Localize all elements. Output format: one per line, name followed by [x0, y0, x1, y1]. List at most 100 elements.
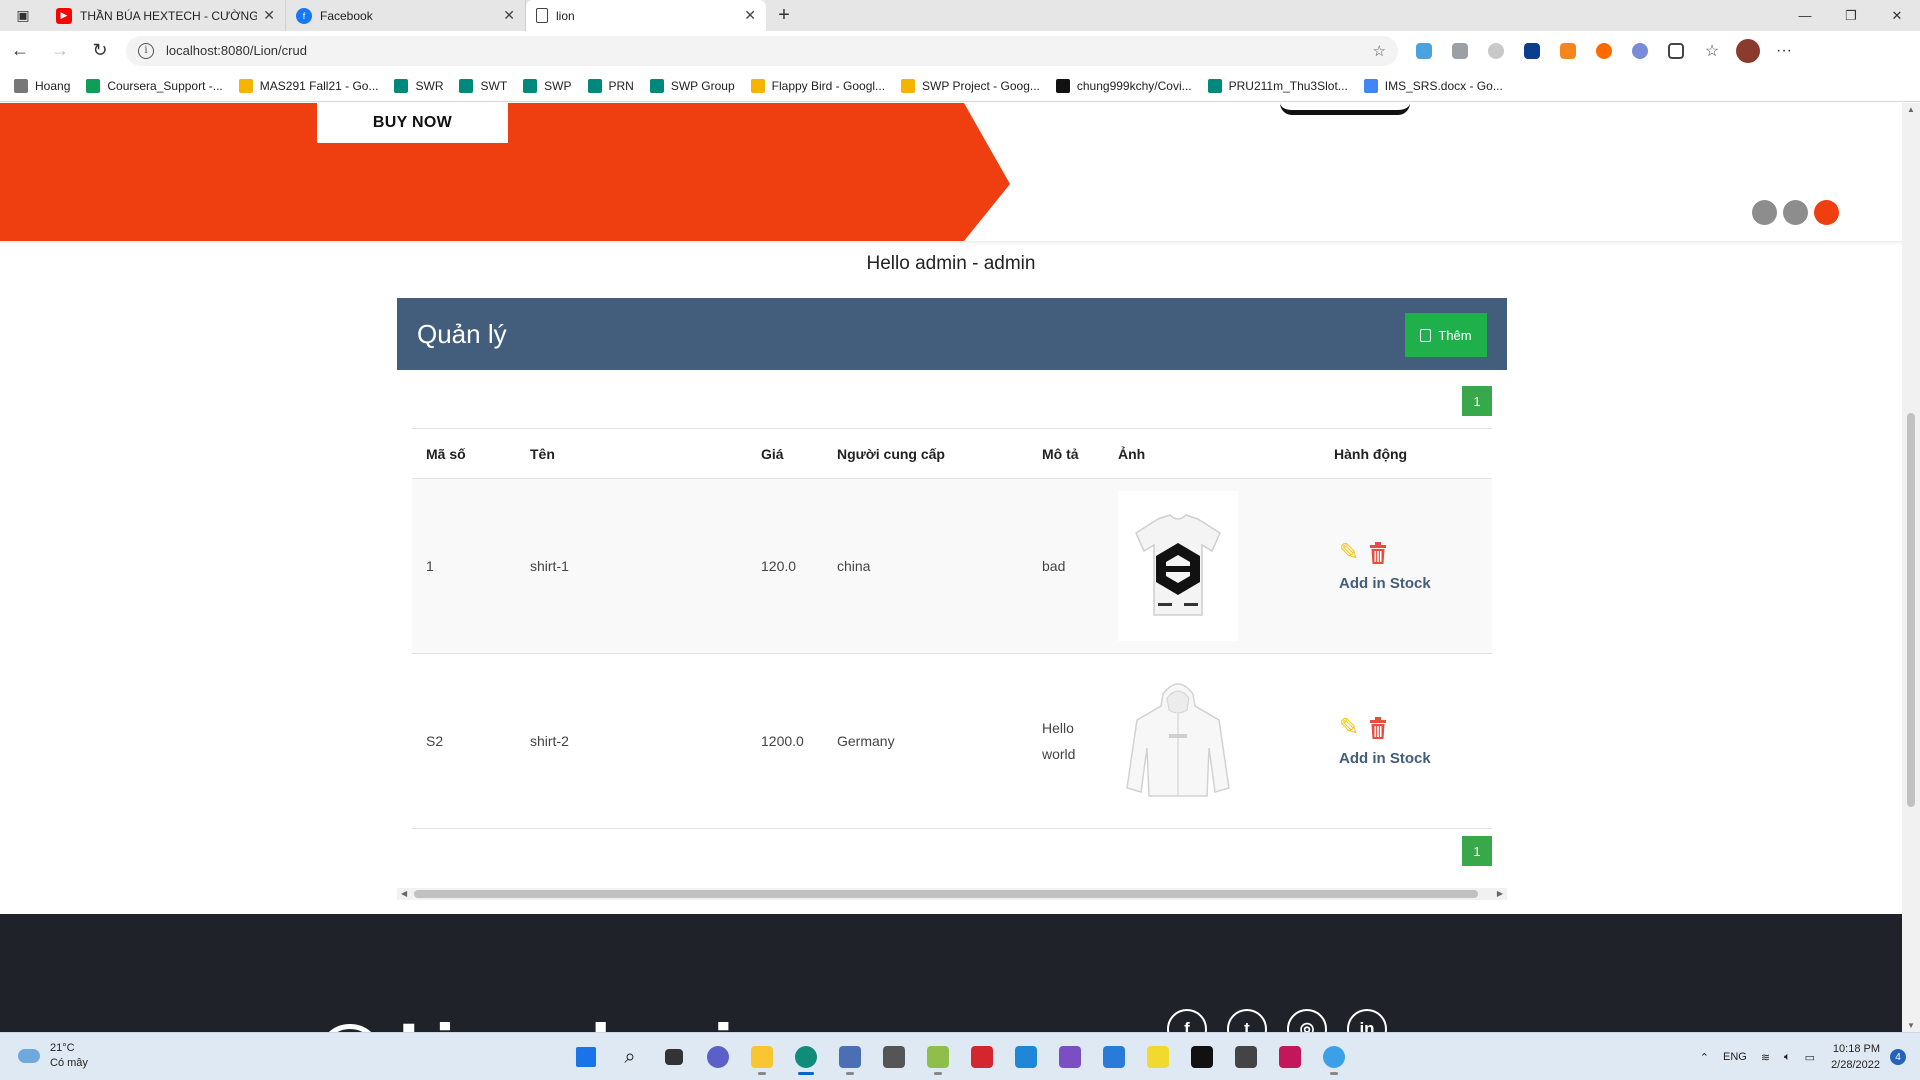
- app-icon[interactable]: [876, 1039, 912, 1075]
- scroll-left-icon[interactable]: ◀: [401, 889, 407, 898]
- delete-trash-icon[interactable]: [1369, 541, 1387, 564]
- app-icon[interactable]: [1316, 1039, 1352, 1075]
- page-number-button[interactable]: 1: [1462, 386, 1492, 416]
- refresh-icon[interactable]: ↻: [80, 33, 120, 69]
- app-icon[interactable]: [832, 1039, 868, 1075]
- minimize-icon[interactable]: —: [1782, 0, 1828, 31]
- footer-logo-text: Lion shoping: [398, 1012, 816, 1032]
- extension-icon[interactable]: [1478, 36, 1514, 66]
- pycharm-icon[interactable]: [1184, 1039, 1220, 1075]
- column-header: Hành động: [1334, 445, 1408, 462]
- info-icon[interactable]: i: [138, 42, 154, 59]
- app-icon[interactable]: [920, 1039, 956, 1075]
- carousel-dot-active[interactable]: [1814, 200, 1839, 225]
- bookmark-item[interactable]: chung999kchy/Covi...: [1055, 78, 1192, 93]
- add-in-stock-link[interactable]: Add in Stock: [1334, 750, 1431, 767]
- todo-icon[interactable]: [1096, 1039, 1132, 1075]
- linkedin-icon[interactable]: in: [1347, 1009, 1387, 1032]
- weather-text: Có mây: [50, 1057, 88, 1069]
- forward-icon[interactable]: →: [40, 33, 80, 69]
- bookmark-icon: [901, 78, 916, 93]
- bookmark-icon: [649, 78, 664, 93]
- carousel-dot[interactable]: [1783, 200, 1808, 225]
- back-icon[interactable]: ←: [0, 33, 40, 69]
- bookmark-item[interactable]: Hoang: [14, 78, 70, 93]
- favorites-icon[interactable]: ☆: [1694, 36, 1730, 66]
- battery-icon[interactable]: ▭: [1805, 1051, 1815, 1064]
- footer-logo[interactable]: Lion shoping: [318, 1012, 816, 1032]
- weather-widget[interactable]: 21°C Có mây: [18, 1041, 88, 1071]
- bookmark-item[interactable]: SWP Project - Goog...: [901, 78, 1040, 93]
- extensions-puzzle-icon[interactable]: [1658, 36, 1694, 66]
- new-tab-button[interactable]: +: [766, 0, 802, 31]
- buy-now-button[interactable]: BUY NOW: [317, 103, 508, 143]
- bookmark-item[interactable]: SWP: [523, 78, 572, 93]
- app-icon[interactable]: [1228, 1039, 1264, 1075]
- vscode-icon[interactable]: [1008, 1039, 1044, 1075]
- edit-pencil-icon[interactable]: ✎: [1339, 540, 1359, 565]
- language-indicator[interactable]: ENG: [1723, 1051, 1747, 1063]
- edit-pencil-icon[interactable]: ✎: [1339, 715, 1359, 740]
- bookmark-item[interactable]: SWT: [459, 78, 507, 93]
- teams-icon[interactable]: [700, 1039, 736, 1075]
- scrollbar-thumb[interactable]: [414, 890, 1478, 898]
- restore-icon[interactable]: ❐: [1828, 0, 1874, 31]
- carousel-dot[interactable]: [1752, 200, 1777, 225]
- bookmark-item[interactable]: SWR: [394, 78, 443, 93]
- close-window-icon[interactable]: ✕: [1874, 0, 1920, 31]
- favorite-star-icon[interactable]: ☆: [1373, 42, 1386, 60]
- bookmark-item[interactable]: Flappy Bird - Googl...: [750, 78, 885, 93]
- chevron-up-icon[interactable]: ⌃: [1700, 1051, 1709, 1064]
- tab-youtube[interactable]: ▶ THẦN BÚA HEXTECH - CƯỜNG ✕: [46, 0, 286, 31]
- more-menu-icon[interactable]: ···: [1766, 36, 1802, 66]
- extension-icon[interactable]: [1406, 36, 1442, 66]
- scroll-down-icon[interactable]: ▼: [1907, 1021, 1915, 1030]
- url-input[interactable]: i localhost:8080/Lion/crud ☆: [126, 35, 1398, 66]
- search-icon[interactable]: ⌕: [612, 1039, 648, 1075]
- task-view-icon[interactable]: [656, 1039, 692, 1075]
- bookmark-item[interactable]: IMS_SRS.docx - Go...: [1363, 78, 1503, 93]
- facebook-icon[interactable]: f: [1167, 1009, 1207, 1032]
- close-icon[interactable]: ✕: [503, 7, 515, 24]
- bookmark-item[interactable]: Coursera_Support -...: [86, 78, 223, 93]
- add-product-button[interactable]: Thêm: [1405, 313, 1487, 357]
- metamask-icon[interactable]: [1550, 36, 1586, 66]
- delete-trash-icon[interactable]: [1369, 716, 1387, 739]
- bookmark-item[interactable]: PRU211m_Thu3Slot...: [1207, 78, 1348, 93]
- wifi-icon[interactable]: ≋: [1761, 1051, 1770, 1064]
- profile-avatar[interactable]: [1730, 36, 1766, 66]
- bookmark-label: chung999kchy/Covi...: [1076, 78, 1192, 93]
- tab-facebook[interactable]: f Facebook ✕: [286, 0, 526, 31]
- page-number-button[interactable]: 1: [1462, 836, 1492, 866]
- file-explorer-icon[interactable]: [744, 1039, 780, 1075]
- close-icon[interactable]: ✕: [744, 7, 756, 24]
- extension-icon[interactable]: [1586, 36, 1622, 66]
- extension-icon[interactable]: [1622, 36, 1658, 66]
- instagram-icon[interactable]: ◎: [1287, 1009, 1327, 1032]
- notification-badge[interactable]: 4: [1890, 1049, 1906, 1065]
- tab-title: Facebook: [320, 8, 373, 23]
- visual-studio-icon[interactable]: [1052, 1039, 1088, 1075]
- extension-icon[interactable]: [1514, 36, 1550, 66]
- twitter-icon[interactable]: t: [1227, 1009, 1267, 1032]
- scrollbar-thumb[interactable]: [1907, 413, 1915, 807]
- scroll-up-icon[interactable]: ▲: [1907, 105, 1915, 114]
- horizontal-scrollbar[interactable]: ◀ ▶: [397, 888, 1507, 900]
- app-icon[interactable]: [1272, 1039, 1308, 1075]
- clock[interactable]: 10:18 PM 2/28/2022: [1831, 1041, 1880, 1073]
- app-icon[interactable]: [964, 1039, 1000, 1075]
- vertical-scrollbar[interactable]: ▲ ▼: [1902, 103, 1920, 1032]
- bookmark-item[interactable]: PRN: [587, 78, 634, 93]
- edge-icon[interactable]: [788, 1039, 824, 1075]
- volume-icon[interactable]: 🔈︎: [1784, 1051, 1791, 1064]
- close-icon[interactable]: ✕: [263, 7, 275, 24]
- tab-lion[interactable]: lion ✕: [526, 0, 766, 31]
- start-icon[interactable]: [568, 1039, 604, 1075]
- bookmark-item[interactable]: SWP Group: [649, 78, 735, 93]
- add-in-stock-link[interactable]: Add in Stock: [1334, 575, 1431, 592]
- sticky-notes-icon[interactable]: [1140, 1039, 1176, 1075]
- scroll-right-icon[interactable]: ▶: [1497, 889, 1503, 898]
- bookmark-item[interactable]: MAS291 Fall21 - Go...: [238, 78, 378, 93]
- tab-actions-icon[interactable]: ▣: [0, 0, 46, 31]
- extension-icon[interactable]: [1442, 36, 1478, 66]
